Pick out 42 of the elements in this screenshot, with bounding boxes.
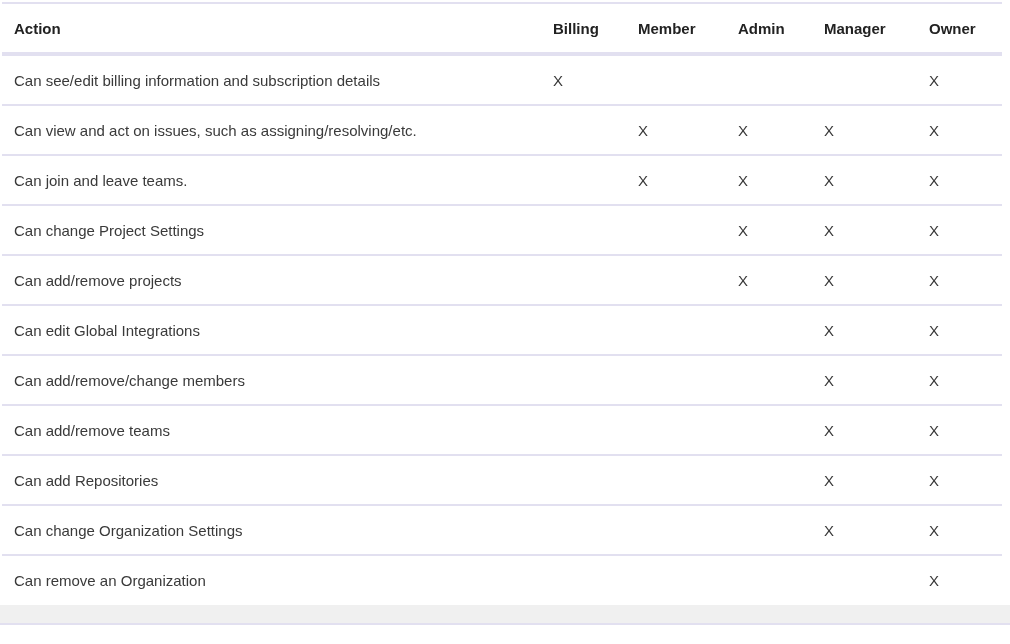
table-cell: X (917, 455, 1002, 505)
column-header: Admin (726, 3, 812, 54)
table-cell: Can add/remove projects (2, 255, 541, 305)
table-cell: X (917, 105, 1002, 155)
table-cell: X (812, 355, 917, 405)
table-cell: Can view and act on issues, such as assigning/resolving/etc. (2, 105, 541, 155)
table-cell: X (812, 155, 917, 205)
table-cell: X (726, 205, 812, 255)
table-cell: X (726, 255, 812, 305)
table-cell: Can add Repositories (2, 455, 541, 505)
table-cell: X (812, 255, 917, 305)
table-cell: X (917, 355, 1002, 405)
table-cell: X (812, 205, 917, 255)
table-cell: X (541, 54, 626, 105)
table-cell: X (812, 105, 917, 155)
table-cell: Can join and leave teams. (2, 155, 541, 205)
table-cell: X (626, 155, 726, 205)
table-cell: X (917, 255, 1002, 305)
table-cell: Can change Project Settings (2, 205, 541, 255)
table-cell: Can add/remove teams (2, 405, 541, 455)
column-header: Billing (541, 3, 626, 54)
table-cell: X (917, 405, 1002, 455)
column-header: Manager (812, 3, 917, 54)
column-header: Owner (917, 3, 1002, 54)
table-cell: X (917, 54, 1002, 105)
table-cell: X (917, 305, 1002, 355)
table-cell: X (812, 455, 917, 505)
table-cell: X (726, 105, 812, 155)
column-header: Action (2, 3, 541, 54)
table-cell: Can change Organization Settings (2, 505, 541, 555)
column-header: Member (626, 3, 726, 54)
table-cell: X (917, 205, 1002, 255)
table-cell: X (812, 505, 917, 555)
table-cell: X (626, 105, 726, 155)
table-cell: X (812, 305, 917, 355)
table-cell: Can see/edit billing information and subscription details (2, 54, 541, 105)
table-cell: X (812, 405, 917, 455)
table-cell: Can edit Global Integrations (2, 305, 541, 355)
table-cell: X (917, 155, 1002, 205)
table-cell: X (917, 505, 1002, 555)
table-cell: X (726, 155, 812, 205)
table-cell: Can add/remove/change members (2, 355, 541, 405)
